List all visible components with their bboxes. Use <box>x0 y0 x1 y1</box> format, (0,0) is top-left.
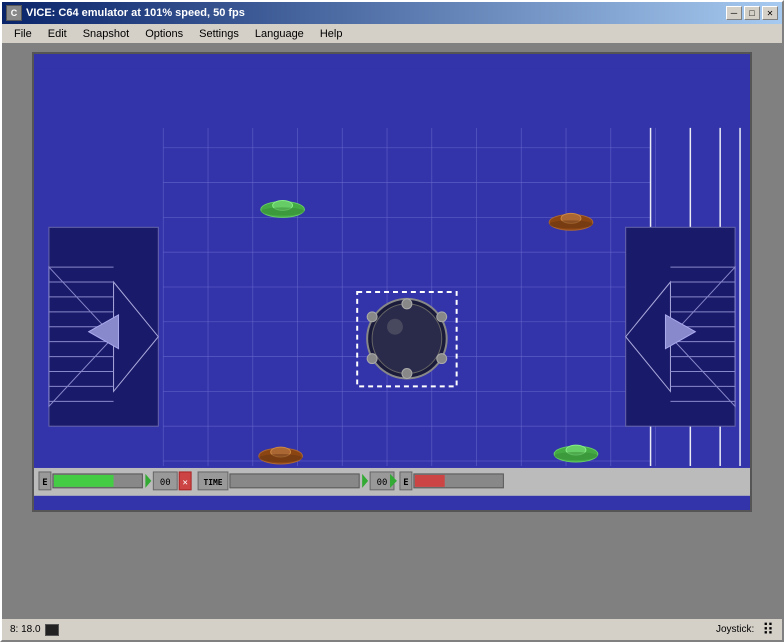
status-right: Joystick: ⠿ <box>716 620 774 640</box>
app-icon: C <box>6 5 22 21</box>
color-swatch <box>45 624 59 636</box>
svg-text:E: E <box>403 478 408 488</box>
svg-text:✕: ✕ <box>182 478 187 488</box>
svg-text:TIME: TIME <box>203 478 222 487</box>
menu-options[interactable]: Options <box>137 26 191 42</box>
minimize-button[interactable] <box>726 6 742 20</box>
close-button[interactable] <box>762 6 778 20</box>
svg-text:00: 00 <box>160 478 171 488</box>
menu-help[interactable]: Help <box>312 26 351 42</box>
status-bar: 8: 18.0 Joystick: ⠿ <box>2 618 782 640</box>
position-text: 8: 18.0 <box>10 624 41 635</box>
game-container: E 00 ✕ TIME <box>10 52 774 610</box>
menu-snapshot[interactable]: Snapshot <box>75 26 137 42</box>
menu-settings[interactable]: Settings <box>191 26 247 42</box>
title-buttons <box>726 6 778 20</box>
game-screen: E 00 ✕ TIME <box>32 52 752 512</box>
menu-bar: File Edit Snapshot Options Settings Lang… <box>2 24 782 44</box>
title-bar: C VICE: C64 emulator at 101% speed, 50 f… <box>2 2 782 24</box>
main-window: C VICE: C64 emulator at 101% speed, 50 f… <box>0 0 784 642</box>
joystick-label: Joystick: <box>716 624 754 635</box>
content-area: E 00 ✕ TIME <box>2 44 782 618</box>
menu-language[interactable]: Language <box>247 26 312 42</box>
status-left: 8: 18.0 <box>10 624 59 636</box>
svg-text:00: 00 <box>377 478 388 488</box>
title-bar-left: C VICE: C64 emulator at 101% speed, 50 f… <box>6 5 245 21</box>
window-title: VICE: C64 emulator at 101% speed, 50 fps <box>26 7 245 19</box>
svg-text:E: E <box>42 478 47 488</box>
game-scene: E 00 ✕ TIME <box>34 54 750 510</box>
menu-edit[interactable]: Edit <box>40 26 75 42</box>
menu-file[interactable]: File <box>6 26 40 42</box>
maximize-button[interactable] <box>744 6 760 20</box>
joystick-icon: ⠿ <box>762 620 774 640</box>
